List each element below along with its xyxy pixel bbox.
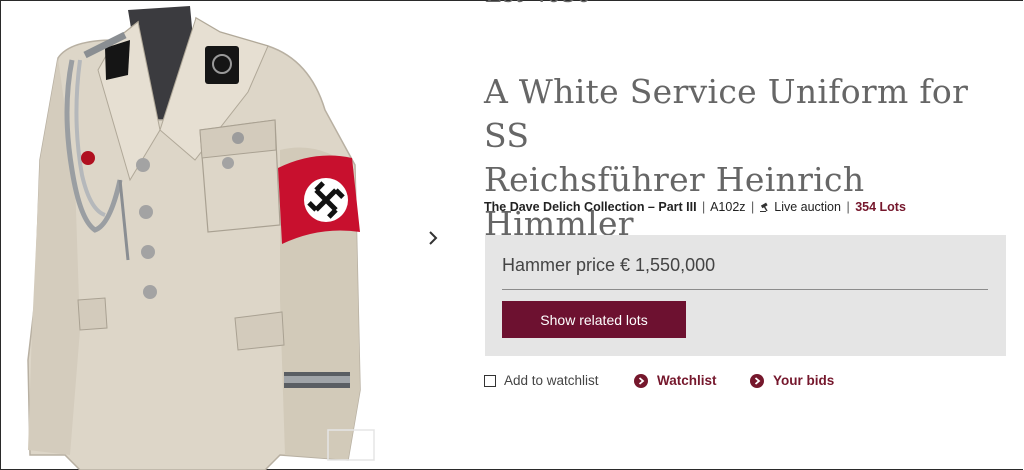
estimate-text: Est 4050 (485, 0, 592, 10)
circle-arrow-icon (634, 373, 648, 388)
watchlist-link[interactable]: Watchlist (634, 373, 717, 388)
show-related-lots-button[interactable]: Show related lots (502, 301, 686, 338)
price-box: Hammer price € 1,550,000 Show related lo… (485, 235, 1006, 356)
watchlist-label: Watchlist (657, 373, 717, 388)
lot-meta: The Dave Delich Collection – Part III | … (484, 200, 906, 214)
meta-separator: | (702, 200, 706, 214)
product-image[interactable] (10, 0, 410, 470)
auction-type: Live auction (774, 200, 841, 214)
lot-number: A102z (710, 200, 746, 214)
price-divider (502, 289, 988, 290)
your-bids-link[interactable]: Your bids (750, 373, 834, 388)
next-image-button[interactable] (424, 228, 442, 248)
meta-separator: | (751, 200, 755, 214)
circle-arrow-icon (750, 373, 764, 388)
hammer-price: Hammer price € 1,550,000 (502, 255, 716, 275)
add-to-watchlist[interactable]: Add to watchlist (484, 373, 599, 388)
hammer-icon (759, 202, 768, 212)
chevron-right-icon (429, 231, 438, 245)
collection-name[interactable]: The Dave Delich Collection – Part III (484, 200, 697, 214)
meta-separator: | (846, 200, 850, 214)
lot-title: A White Service Uniform for SS Reichsfüh… (484, 70, 1004, 246)
lots-count-link[interactable]: 354 Lots (855, 200, 906, 214)
your-bids-label: Your bids (773, 373, 835, 388)
lot-title-line1: A White Service Uniform for SS (484, 72, 969, 155)
add-to-watchlist-label: Add to watchlist (504, 373, 599, 388)
checkbox-icon[interactable] (484, 374, 496, 387)
